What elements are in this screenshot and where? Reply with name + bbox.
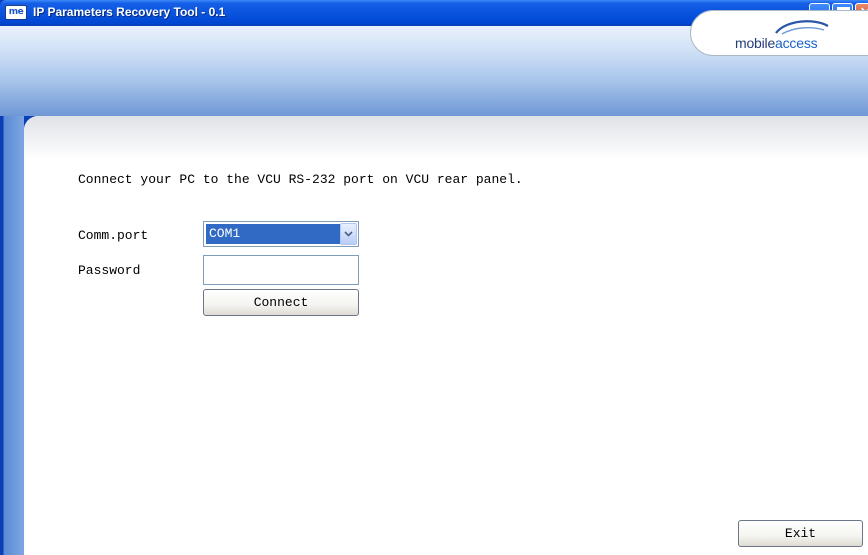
panel-header-gradient <box>24 116 868 160</box>
password-label: Password <box>78 263 141 278</box>
logo-text: mobileaccess <box>735 35 818 51</box>
app-icon[interactable]: me <box>5 5 27 20</box>
window-title: IP Parameters Recovery Tool - 0.1 <box>33 5 226 19</box>
exit-button[interactable]: Exit <box>738 520 863 547</box>
chevron-down-icon <box>344 231 353 237</box>
left-border-strip <box>0 116 24 555</box>
connect-button[interactable]: Connect <box>203 289 359 316</box>
comm-port-value[interactable]: COM1 <box>206 224 341 244</box>
dropdown-button[interactable] <box>340 223 357 245</box>
logo-swoosh-icon <box>775 20 829 35</box>
comm-port-select[interactable]: COM1 <box>203 221 359 247</box>
comm-port-label: Comm.port <box>78 228 149 243</box>
app-window: me IP Parameters Recovery Tool - 0.1 ✕ m… <box>0 0 868 555</box>
password-field[interactable] <box>203 255 359 285</box>
instruction-text: Connect your PC to the VCU RS-232 port o… <box>78 172 523 187</box>
